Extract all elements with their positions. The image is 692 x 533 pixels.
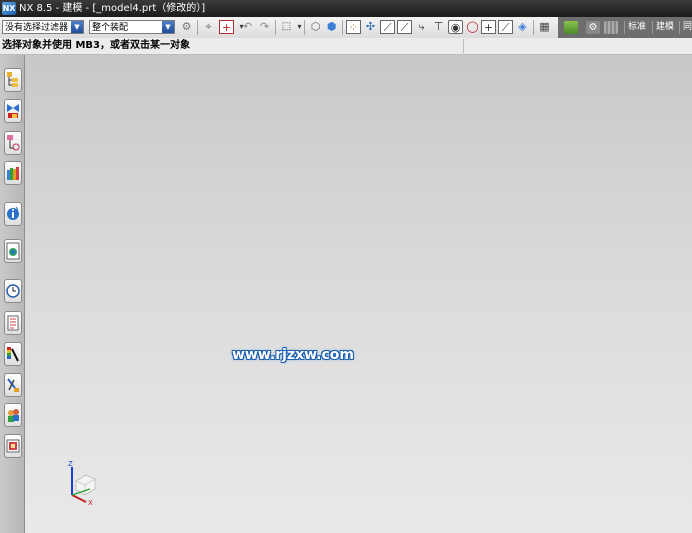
selection-scope-dropdown[interactable]: 整个装配 ▼ bbox=[89, 20, 175, 34]
system-scenes-icon[interactable] bbox=[4, 434, 22, 458]
part-navigator-icon[interactable] bbox=[4, 131, 22, 155]
intersection-point-icon[interactable]: ⊤ bbox=[431, 19, 446, 34]
point-on-face-icon[interactable]: ✣ bbox=[363, 19, 378, 34]
prompt-text: 选择对象并使用 MB3，或者双击某一对象 bbox=[2, 40, 191, 51]
tab-standard[interactable]: 标准 bbox=[624, 21, 646, 34]
snap-settings-icon[interactable]: ▦ bbox=[537, 19, 552, 34]
gear-icon[interactable]: ⚙ bbox=[586, 21, 600, 34]
history-icon[interactable] bbox=[4, 279, 22, 303]
point-on-surface-icon[interactable]: ◈ bbox=[515, 19, 530, 34]
roles-icon[interactable] bbox=[4, 403, 22, 427]
select-point-icon[interactable]: + bbox=[219, 20, 234, 34]
point-on-curve-icon[interactable]: ⟋ bbox=[498, 20, 513, 34]
window-title: NX 8.5 - 建模 - [_model4.prt（修改的）] bbox=[19, 3, 206, 14]
toolbar-separator bbox=[275, 20, 276, 35]
end-point-icon[interactable]: ⟋ bbox=[380, 20, 395, 34]
nx-logo-icon: NX bbox=[2, 2, 16, 15]
assembly-navigator-icon[interactable] bbox=[4, 68, 22, 92]
quadrant-point-icon[interactable]: ◯ bbox=[465, 19, 480, 34]
control-point-icon[interactable]: ⤷ bbox=[414, 19, 429, 34]
snap-point-icon[interactable]: ⁘ bbox=[346, 20, 361, 34]
title-bar: NX NX 8.5 - 建模 - [_model4.prt（修改的）] bbox=[0, 0, 692, 17]
solid-body-icon[interactable]: ⬢ bbox=[324, 19, 339, 34]
manufacturing-wizard-icon[interactable] bbox=[4, 373, 22, 397]
selection-filter-dropdown[interactable]: 没有选择过滤器 ▼ bbox=[2, 20, 84, 34]
redo-selection-icon[interactable]: ↷ bbox=[257, 19, 272, 34]
resource-bar bbox=[0, 55, 25, 533]
view-shaded-icon[interactable]: ⬡ bbox=[308, 19, 323, 34]
leaf-icon[interactable] bbox=[564, 21, 578, 34]
hd3d-tools-icon[interactable] bbox=[4, 202, 22, 226]
arc-center-icon[interactable]: ◉ bbox=[448, 20, 463, 34]
web-browser-icon[interactable] bbox=[4, 239, 22, 263]
toolbar-separator bbox=[342, 20, 343, 35]
existing-point-icon[interactable]: + bbox=[481, 20, 496, 34]
cue-line: 选择对象并使用 MB3，或者双击某一对象 bbox=[0, 38, 692, 55]
selection-priority-icon[interactable]: ⌖ bbox=[201, 19, 216, 34]
toolbar-tab-strip: ⚙ 标准 建模 同 bbox=[558, 17, 692, 38]
status-divider bbox=[463, 39, 464, 53]
mid-point-icon[interactable]: ⟋ bbox=[397, 20, 412, 34]
general-selection-intent-icon[interactable]: ⚙ bbox=[179, 19, 194, 34]
graphics-window[interactable]: www.rjzxw.com Z X bbox=[25, 55, 692, 533]
grid-icon[interactable] bbox=[604, 21, 618, 34]
chevron-down-icon[interactable]: ▼ bbox=[162, 21, 174, 33]
toolbar-separator bbox=[304, 20, 305, 35]
constraint-navigator-icon[interactable] bbox=[4, 99, 22, 123]
undo-selection-icon[interactable]: ↶ bbox=[240, 19, 255, 34]
tab-more[interactable]: 同 bbox=[679, 21, 692, 34]
x-axis-label: X bbox=[88, 499, 93, 505]
view-triad-icon: Z X bbox=[68, 460, 96, 505]
chevron-down-icon[interactable]: ▼ bbox=[71, 21, 83, 33]
process-studio-icon[interactable] bbox=[4, 311, 22, 335]
visualization-icon[interactable] bbox=[4, 342, 22, 366]
selection-scope-value: 整个装配 bbox=[92, 23, 129, 33]
toolbar-separator bbox=[533, 20, 534, 35]
tab-modeling[interactable]: 建模 bbox=[652, 21, 674, 34]
selection-filter-value: 没有选择过滤器 bbox=[5, 23, 69, 33]
watermark-text: www.rjzxw.com bbox=[232, 347, 354, 363]
z-axis-label: Z bbox=[68, 460, 73, 468]
toolbar-separator bbox=[197, 20, 198, 35]
reuse-library-icon[interactable] bbox=[4, 161, 22, 185]
